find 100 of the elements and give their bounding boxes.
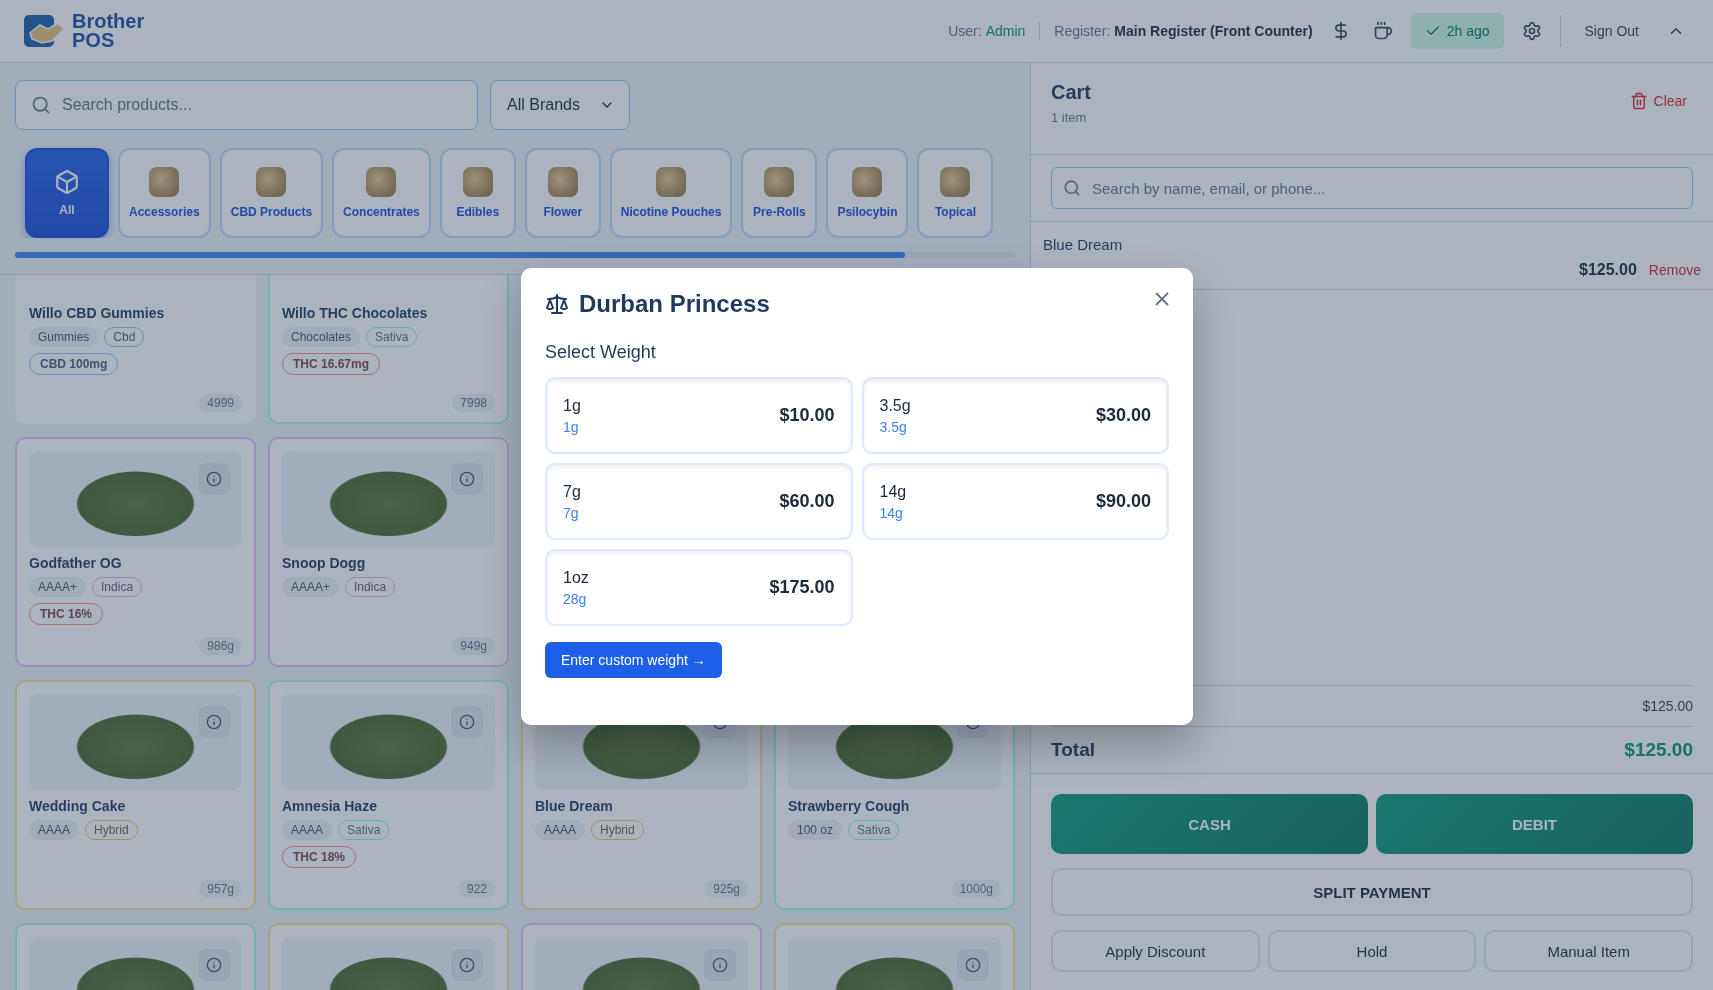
info-button[interactable] — [198, 949, 230, 981]
weight-option[interactable]: 3.5g 3.5g $30.00 — [861, 377, 1169, 454]
category-tab[interactable]: Psilocybin — [826, 148, 909, 238]
weight-option[interactable]: 7g 7g $60.00 — [545, 463, 853, 540]
photo-placeholder — [656, 167, 687, 197]
grade-tag: AAAA+ — [282, 577, 340, 597]
info-icon — [459, 957, 475, 973]
brand-select[interactable]: All Brands — [490, 80, 630, 130]
payment-button[interactable]: CASH — [1051, 794, 1368, 854]
search-field[interactable]: Search products... — [15, 80, 478, 130]
strain-tag: Hybrid — [591, 820, 644, 840]
info-icon — [206, 714, 222, 730]
product-card[interactable]: Godfather OG AAAA+ Indica THC 16% 986g — [15, 437, 256, 667]
strain-tag: Indica — [92, 577, 143, 597]
photo-placeholder — [940, 167, 971, 197]
product-card[interactable]: Snoop Dogg AAAA+ Indica 949g — [268, 437, 509, 667]
info-button[interactable] — [198, 463, 230, 495]
product-card[interactable]: Willo CBD Gummies Gummies Cbd CBD 100mg 4999 — [15, 275, 256, 424]
product-name: Amnesia Haze — [282, 798, 378, 814]
payment-button[interactable]: DEBIT — [1376, 794, 1693, 854]
info-button[interactable] — [957, 949, 989, 981]
category-tab[interactable]: Flower — [524, 148, 601, 238]
product-name: Strawberry Cough — [788, 798, 911, 814]
cart-action-button[interactable]: Manual Item — [1484, 930, 1693, 972]
photo-placeholder — [256, 167, 287, 197]
info-button[interactable] — [451, 706, 483, 738]
photo-placeholder — [764, 167, 795, 197]
category-tab[interactable]: Pre-Rolls — [741, 148, 818, 238]
stock-count: 4999 — [199, 394, 242, 412]
category-tab[interactable]: Accessories — [118, 148, 211, 238]
info-button[interactable] — [198, 706, 230, 738]
strain-tag: Sativa — [366, 327, 418, 347]
stock-count: 922 — [458, 880, 495, 898]
logo-text: Brother POS — [72, 12, 145, 50]
photo-placeholder — [462, 167, 493, 197]
category-tab[interactable]: CBD Products — [219, 148, 324, 238]
user-name: Admin — [985, 23, 1026, 39]
info-button[interactable] — [704, 949, 736, 981]
cart-item-price: $125.00 — [1579, 261, 1637, 279]
potency-tag: THC 16.67mg — [282, 353, 381, 375]
weight-option[interactable]: 1oz 28g $175.00 — [545, 549, 853, 626]
search-icon — [31, 95, 51, 115]
product-card[interactable]: Amnesia Haze AAAA Sativa THC 18% 922 — [268, 680, 509, 910]
register-label: Register: — [1054, 23, 1111, 39]
category-tab[interactable]: Nicotine Pouches — [609, 148, 733, 238]
remove-button[interactable]: Remove — [1648, 262, 1701, 278]
cube-icon — [54, 169, 80, 195]
product-name: Willo CBD Gummies — [29, 305, 166, 321]
customer-search-field[interactable]: Search by name, email, or phone... — [1051, 167, 1693, 209]
total-label: Total — [1051, 739, 1095, 761]
cart-title: Cart — [1051, 81, 1091, 104]
info-icon — [459, 471, 475, 487]
clear-button[interactable]: Clear — [1623, 91, 1693, 111]
grade-tag: AAAA+ — [29, 577, 87, 597]
cart-action-button[interactable]: Hold — [1267, 930, 1477, 972]
grade-tag: Chocolates — [282, 327, 361, 347]
potency-tag: THC 16% — [29, 603, 103, 625]
sync-status-button[interactable]: 2h ago — [1410, 13, 1504, 49]
info-icon — [459, 714, 475, 730]
scale-icon — [545, 292, 569, 316]
product-name: Snoop Dogg — [282, 555, 367, 571]
product-name: Wedding Cake — [29, 798, 127, 814]
weight-option[interactable]: 1g 1g $10.00 — [545, 377, 853, 454]
register-name: Main Register (Front Counter) — [1114, 23, 1313, 39]
total-value: $125.00 — [1624, 739, 1693, 761]
scrollbar-thumb[interactable] — [15, 252, 905, 258]
item-count: 1 item — [1051, 110, 1088, 125]
sign-out-button[interactable]: Sign Out — [1574, 17, 1649, 45]
subtotal-value: $125.00 — [1642, 698, 1693, 714]
stock-count: 1000g — [951, 880, 1001, 898]
search-icon — [1063, 179, 1081, 197]
category-tab[interactable]: Topical — [917, 148, 994, 238]
weight-option[interactable]: 14g 14g $90.00 — [861, 463, 1169, 540]
stock-count: 925g — [705, 880, 748, 898]
product-card[interactable]: Wedding Cake AAAA Hybrid 957g — [15, 680, 256, 910]
custom-weight-button[interactable]: Enter custom weight → — [545, 642, 722, 678]
strain-tag: Sativa — [848, 820, 900, 840]
info-icon — [206, 471, 222, 487]
product-card[interactable]: Willo THC Chocolates Chocolates Sativa THC 16.67mg 7998 — [268, 275, 509, 424]
strain-tag: Hybrid — [85, 820, 138, 840]
info-icon — [712, 957, 728, 973]
category-tab[interactable]: All — [25, 148, 109, 238]
split-payment-button[interactable]: SPLIT PAYMENT — [1051, 868, 1693, 916]
info-button[interactable] — [451, 949, 483, 981]
photo-placeholder — [852, 167, 883, 197]
category-tab[interactable]: Concentrates — [332, 148, 431, 238]
category-tab[interactable]: Edibles — [439, 148, 516, 238]
photo-placeholder — [366, 167, 397, 197]
stock-count: 7998 — [452, 394, 495, 412]
grade-tag: AAAA — [282, 820, 332, 840]
trash-icon — [1629, 92, 1648, 110]
photo-placeholder — [547, 167, 578, 197]
cart-action-button[interactable]: Apply Discount — [1051, 930, 1260, 972]
product-name: Blue Dream — [535, 798, 614, 814]
stock-count: 986g — [199, 637, 242, 655]
strain-tag: Cbd — [104, 327, 145, 347]
grade-tag: Gummies — [29, 327, 99, 347]
product-name: Godfather OG — [29, 555, 123, 571]
dialog-subtitle: Select Weight — [545, 342, 657, 363]
info-button[interactable] — [451, 463, 483, 495]
